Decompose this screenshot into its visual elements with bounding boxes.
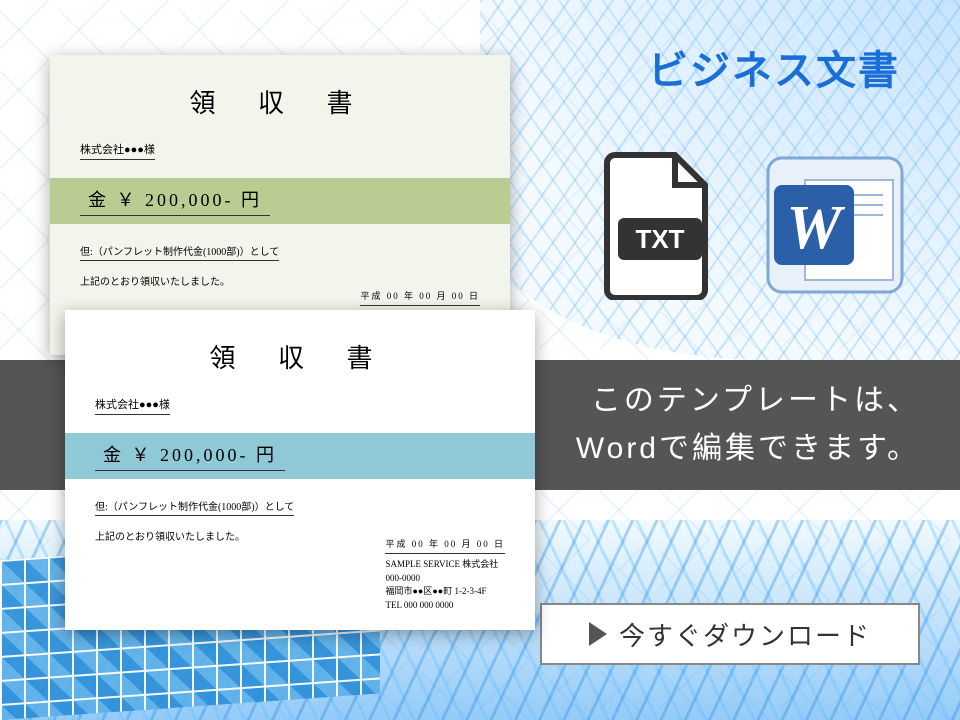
receipt-date: 平成 00 年 00 月 00 日 [385, 538, 505, 555]
svg-text:W: W [786, 194, 845, 262]
receipt-confirm: 上記のとおり領収いたしました。 [80, 273, 480, 288]
receipt-footer: 平成 00 年 00 月 00 日 SAMPLE SERVICE 株式会社 00… [385, 538, 505, 613]
receipt-postal: 000-0000 [385, 572, 505, 586]
word-file-icon: W [760, 150, 910, 300]
receipt-title: 領 収 書 [95, 338, 505, 375]
download-button[interactable]: 今すぐダウンロード [540, 603, 920, 665]
download-button-label: 今すぐダウンロード [619, 616, 871, 653]
receipt-amount: 金 ￥ 200,000- 円 [80, 186, 270, 216]
svg-text:TXT: TXT [635, 224, 684, 254]
receipt-amount-band: 金 ￥ 200,000- 円 [50, 178, 510, 224]
description-text: このテンプレートは、 Wordで編集できます。 [576, 377, 920, 473]
description-line: Wordで編集できます。 [576, 425, 920, 473]
receipt-tel: TEL 000 000 0000 [385, 599, 505, 613]
txt-file-icon: TXT [600, 150, 720, 300]
receipt-template-blue: 領 収 書 株式会社●●●様 金 ￥ 200,000- 円 但:（パンフレット制… [65, 310, 535, 630]
receipt-addressee: 株式会社●●●様 [80, 141, 155, 160]
description-line: このテンプレートは、 [576, 377, 920, 425]
receipt-amount-band: 金 ￥ 200,000- 円 [65, 433, 535, 479]
receipt-company: SAMPLE SERVICE 株式会社 [385, 558, 505, 572]
receipt-addressee: 株式会社●●●様 [95, 396, 170, 415]
receipt-note: 但:（パンフレット制作代金(1000部)）として [95, 498, 294, 516]
receipt-amount: 金 ￥ 200,000- 円 [95, 441, 285, 471]
play-triangle-icon [589, 622, 607, 646]
receipt-date: 平成 00 年 00 月 00 日 [360, 290, 480, 307]
receipt-address: 福岡市●●区●●町 1-2-3-4F [385, 585, 505, 599]
receipt-title: 領 収 書 [80, 83, 480, 120]
file-type-icons: TXT W [600, 150, 910, 300]
category-title: ビジネス文書 [648, 38, 900, 96]
receipt-note: 但:（パンフレット制作代金(1000部)）として [80, 243, 279, 261]
